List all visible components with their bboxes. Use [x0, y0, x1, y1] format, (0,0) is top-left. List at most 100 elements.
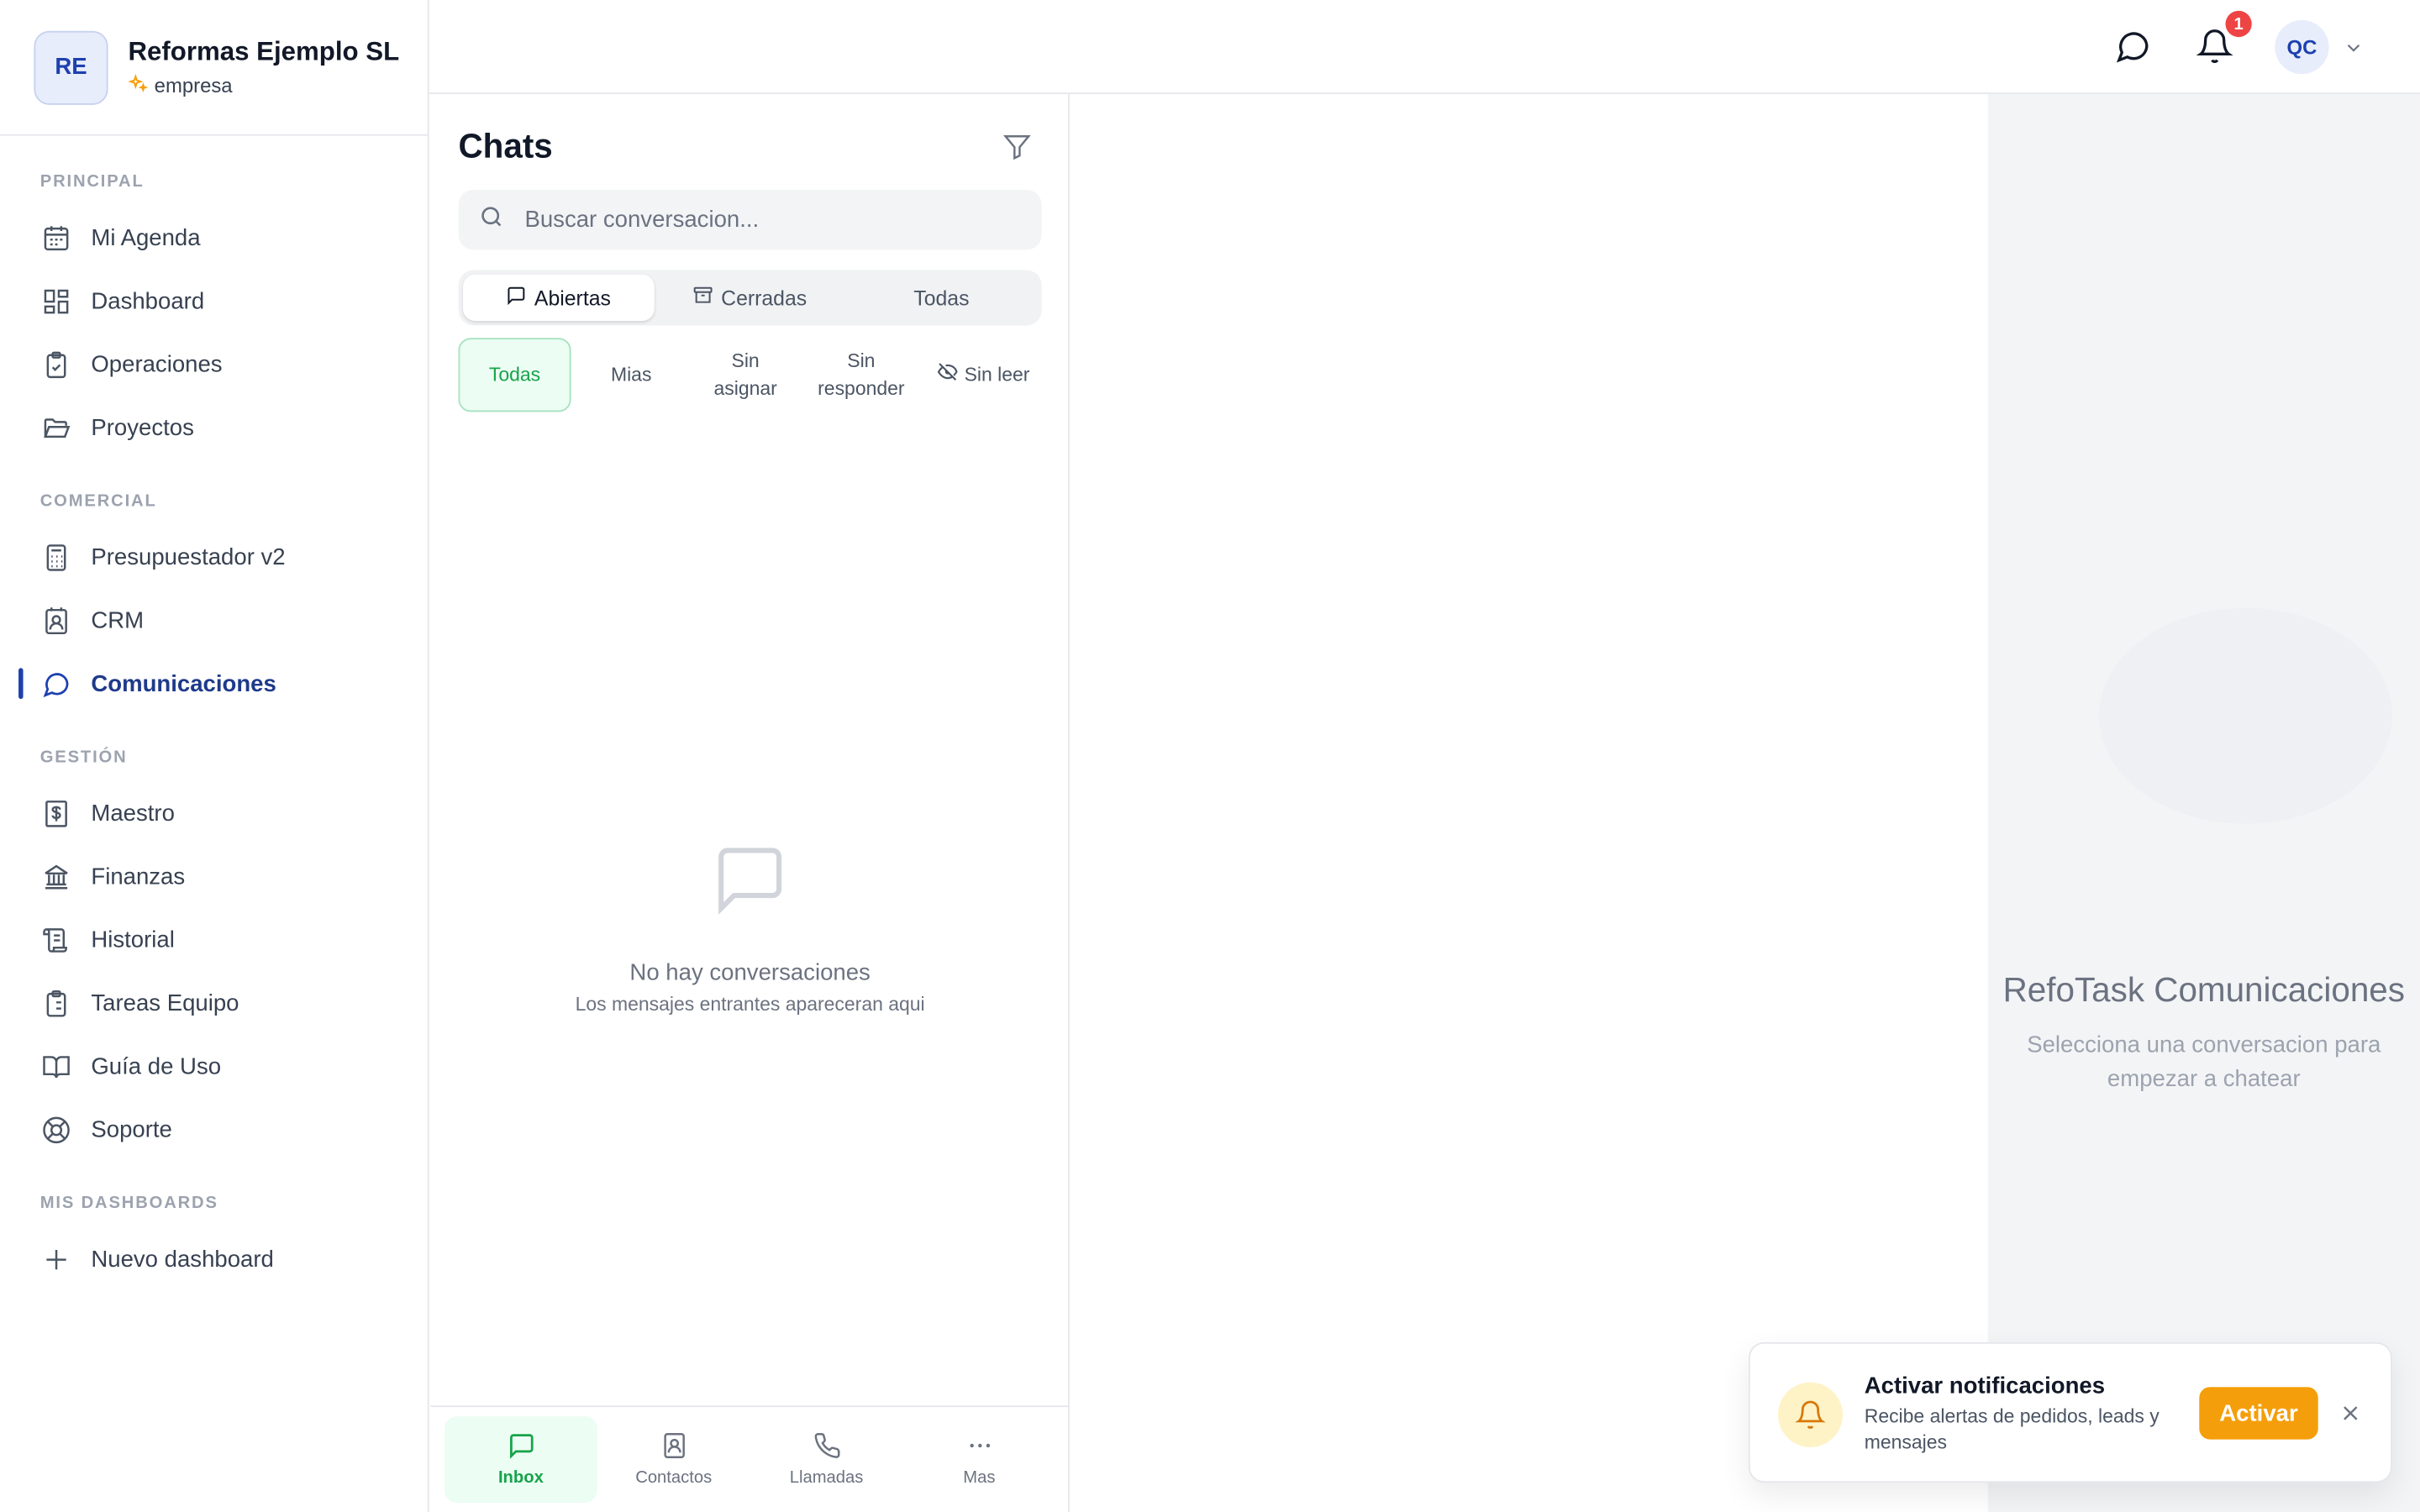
- filter-todas[interactable]: Todas: [458, 338, 571, 412]
- sidebar-item-finanzas[interactable]: Finanzas: [0, 846, 428, 909]
- filter-label: Sin leer: [964, 364, 1030, 386]
- welcome-subtitle: Selecciona una conversacion para empezar…: [2027, 1032, 2381, 1093]
- filter-label: asignar: [713, 377, 777, 400]
- toast-message: Recibe alertas de pedidos, leads y mensa…: [1864, 1405, 2160, 1454]
- bottom-nav-label: Llamadas: [789, 1468, 864, 1488]
- brand-header[interactable]: RE Reformas Ejemplo SL empresa: [0, 0, 428, 136]
- section-title-gestion: GESTIÓN: [39, 748, 128, 767]
- bottom-nav-llamadas[interactable]: Llamadas: [750, 1416, 903, 1503]
- bottom-nav-contactos[interactable]: Contactos: [597, 1416, 750, 1503]
- contact-icon: [40, 606, 71, 637]
- close-icon[interactable]: [2338, 1401, 2363, 1425]
- sidebar-item-label: Presupuestador v2: [91, 544, 286, 571]
- chats-bottom-nav: Inbox Contactos Llamadas Mas: [430, 1405, 1070, 1512]
- bottom-nav-label: Inbox: [497, 1468, 544, 1488]
- filter-icon[interactable]: [1002, 131, 1035, 165]
- sidebar-nav: PRINCIPAL Mi Agenda Dashboard Operacione…: [0, 136, 428, 1292]
- sidebar-item-historial[interactable]: Historial: [0, 909, 428, 972]
- tab-label: Abiertas: [534, 286, 611, 310]
- bottom-nav-mas[interactable]: Mas: [902, 1416, 1055, 1503]
- chats-title: Chats: [458, 126, 553, 165]
- sidebar-item-mi-agenda[interactable]: Mi Agenda: [0, 207, 428, 270]
- empty-chat-icon: [712, 841, 789, 926]
- section-title-principal: PRINCIPAL: [39, 172, 145, 192]
- illustration-circle: [2098, 607, 2392, 824]
- brand-text: Reformas Ejemplo SL empresa: [128, 36, 399, 97]
- sidebar-item-nuevo-dashboard[interactable]: Nuevo dashboard: [0, 1228, 428, 1291]
- chat-bubble-icon: [40, 669, 71, 700]
- bank-icon: [40, 862, 71, 893]
- bottom-nav-label: Contactos: [635, 1468, 713, 1488]
- chevron-down-icon[interactable]: [2343, 37, 2365, 59]
- filter-sin-leer[interactable]: Sin leer: [923, 360, 1043, 390]
- tab-todas[interactable]: Todas: [846, 275, 1038, 321]
- notification-badge: 1: [2225, 10, 2252, 38]
- contact-book-icon: [660, 1431, 687, 1464]
- conversation-area: [1071, 94, 1988, 1512]
- bell-icon[interactable]: [2196, 28, 2233, 65]
- bottom-nav-inbox[interactable]: Inbox: [444, 1416, 597, 1503]
- sidebar-item-label: Nuevo dashboard: [91, 1247, 274, 1273]
- brand-avatar: RE: [34, 29, 108, 104]
- sidebar-item-label: Historial: [91, 927, 175, 954]
- sidebar-item-label: Soporte: [91, 1116, 172, 1143]
- sidebar-item-maestro[interactable]: Maestro: [0, 782, 428, 845]
- archive-icon: [693, 286, 713, 310]
- sidebar-item-label: Mi Agenda: [91, 225, 201, 252]
- sidebar-item-label: Tareas Equipo: [91, 990, 239, 1017]
- plan-text: empresa: [154, 74, 233, 97]
- user-avatar[interactable]: QC: [2275, 19, 2329, 75]
- bell-icon: [1777, 1382, 1844, 1447]
- filter-sin-responder[interactable]: Sin responder: [799, 347, 923, 402]
- sparkles-icon: [128, 73, 149, 97]
- sidebar-item-comunicaciones[interactable]: Comunicaciones: [0, 653, 428, 716]
- activate-button[interactable]: Activar: [2199, 1387, 2318, 1440]
- dollar-doc-icon: [40, 798, 71, 829]
- plan-label: empresa: [128, 73, 399, 97]
- tab-cerradas[interactable]: Cerradas: [655, 275, 846, 321]
- company-name: Reformas Ejemplo SL: [128, 36, 400, 66]
- messages-icon[interactable]: [2114, 28, 2151, 65]
- clipboard-list-icon: [40, 988, 71, 1019]
- sidebar-item-dashboard[interactable]: Dashboard: [0, 270, 428, 333]
- phone-icon: [813, 1431, 840, 1464]
- dashboard-icon: [40, 286, 71, 318]
- sidebar-item-presupuestador[interactable]: Presupuestador v2: [0, 526, 428, 589]
- filter-mias[interactable]: Mias: [571, 361, 692, 389]
- sidebar-item-guia-de-uso[interactable]: Guía de Uso: [0, 1035, 428, 1098]
- sidebar-item-label: Maestro: [91, 801, 175, 827]
- search-input[interactable]: [524, 207, 988, 234]
- inbox-icon: [507, 1431, 534, 1464]
- chats-panel: Chats Abiertas Cerradas Todas Todas Mias: [430, 94, 1070, 1512]
- quick-filters: Todas Mias Sin asignar Sin responder Sin…: [458, 338, 1044, 412]
- filter-label: responder: [818, 377, 905, 400]
- clipboard-check-icon: [40, 349, 71, 381]
- sidebar-item-label: Proyectos: [91, 415, 194, 442]
- tab-abiertas[interactable]: Abiertas: [463, 274, 655, 322]
- search-box[interactable]: [458, 189, 1042, 250]
- sidebar-item-proyectos[interactable]: Proyectos: [0, 396, 428, 459]
- sidebar: RE Reformas Ejemplo SL empresa PRINCIPAL…: [0, 0, 429, 1512]
- scroll-icon: [40, 925, 71, 956]
- welcome-title: RefoTask Comunicaciones: [2002, 970, 2406, 1010]
- sidebar-item-label: Finanzas: [91, 864, 186, 890]
- filter-sin-asignar[interactable]: Sin asignar: [692, 347, 800, 402]
- sidebar-item-soporte[interactable]: Soporte: [0, 1099, 428, 1162]
- empty-title: No hay conversaciones: [629, 959, 871, 986]
- sidebar-item-tareas-equipo[interactable]: Tareas Equipo: [0, 972, 428, 1035]
- chat-bubble-icon: [507, 286, 527, 310]
- bottom-nav-label: Mas: [963, 1468, 996, 1488]
- sidebar-item-crm[interactable]: CRM: [0, 590, 428, 653]
- tab-label: Cerradas: [721, 286, 808, 310]
- sidebar-item-label: Guía de Uso: [91, 1053, 222, 1080]
- status-tabs: Abiertas Cerradas Todas: [458, 270, 1042, 326]
- calendar-icon: [40, 223, 71, 254]
- eye-off-icon: [937, 360, 959, 390]
- sidebar-item-operaciones[interactable]: Operaciones: [0, 333, 428, 396]
- plus-icon: [40, 1244, 71, 1275]
- sidebar-item-label: Comunicaciones: [91, 670, 276, 698]
- book-icon: [40, 1052, 71, 1083]
- toast-title: Activar notificaciones: [1864, 1373, 2106, 1399]
- empty-state: No hay conversaciones Los mensajes entra…: [430, 841, 1069, 1016]
- empty-subtitle: Los mensajes entrantes apareceran aqui: [575, 993, 925, 1016]
